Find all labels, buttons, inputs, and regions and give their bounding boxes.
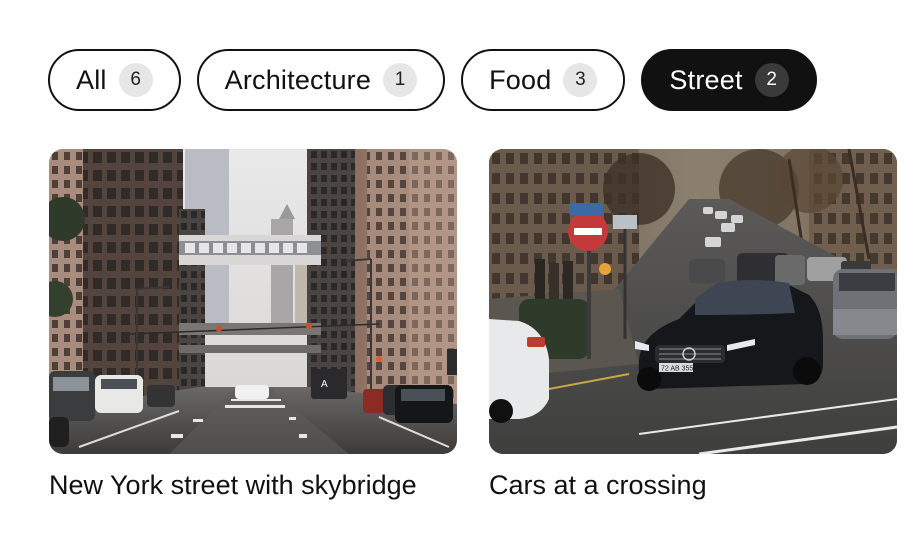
- license-plate-text: 72 AB 355: [661, 366, 693, 373]
- category-filter-bar: All 6 Architecture 1 Food 3 Street 2: [48, 49, 817, 111]
- filter-chip-street[interactable]: Street 2: [641, 49, 817, 111]
- photo-thumbnail[interactable]: 72 AB 355: [489, 149, 897, 454]
- gallery-page: All 6 Architecture 1 Food 3 Street 2 A N…: [0, 0, 924, 548]
- svg-text:A: A: [321, 379, 328, 390]
- filter-count-badge: 2: [754, 63, 789, 97]
- filter-label: Food: [489, 64, 552, 95]
- photo-grid: A New York street with skybridge 72 AB 3…: [49, 149, 897, 501]
- filter-label: Architecture: [224, 64, 372, 95]
- filter-label: All: [76, 64, 107, 95]
- filter-count-badge: 6: [118, 63, 153, 97]
- filter-chip-architecture[interactable]: Architecture 1: [196, 49, 446, 111]
- photo-thumbnail[interactable]: A: [49, 149, 457, 454]
- filter-label: Street: [669, 64, 743, 95]
- filter-chip-food[interactable]: Food 3: [461, 49, 626, 111]
- photo-caption: Cars at a crossing: [489, 470, 707, 500]
- filter-count-badge: 1: [383, 63, 418, 97]
- photo-card[interactable]: A New York street with skybridge: [49, 149, 457, 501]
- filter-count-badge: 3: [563, 63, 598, 97]
- photo-caption: New York street with skybridge: [49, 470, 417, 500]
- filter-chip-all[interactable]: All 6: [48, 49, 181, 111]
- photo-card[interactable]: 72 AB 355 Cars at a crossing: [489, 149, 897, 501]
